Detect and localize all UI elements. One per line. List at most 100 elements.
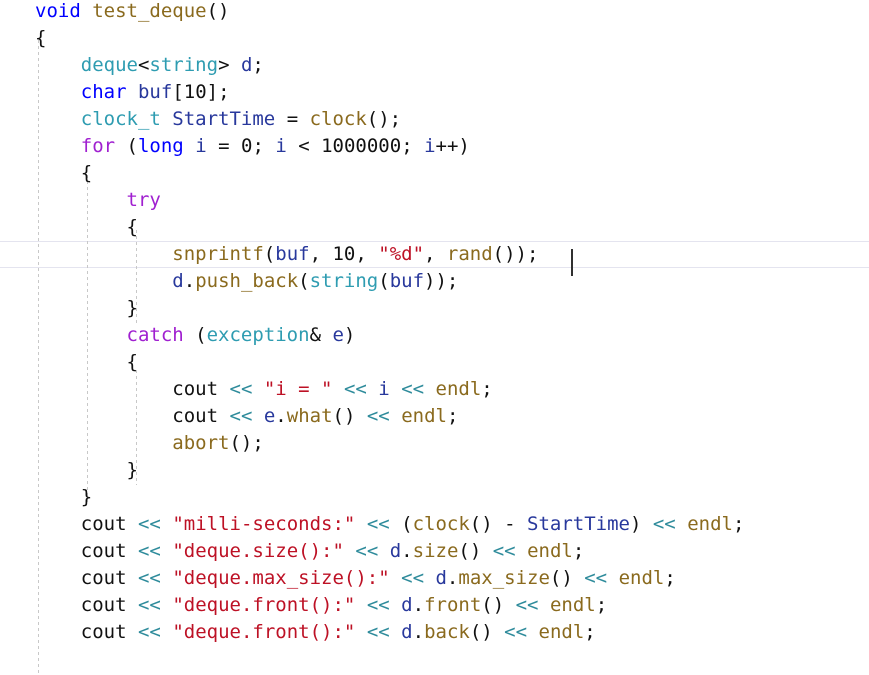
code-line-24[interactable]: cout << "deque.front():" << d.back() << … bbox=[35, 619, 869, 646]
code-line-11[interactable]: d.push_back(string(buf)); bbox=[35, 268, 869, 295]
code-token: [ bbox=[172, 81, 184, 103]
code-token: endl bbox=[435, 378, 482, 400]
code-token: d bbox=[401, 621, 413, 643]
code-token: . bbox=[412, 621, 425, 643]
code-token: ; bbox=[401, 135, 425, 157]
code-text-layer[interactable]: void test_deque(){ deque<string> d; char… bbox=[0, 0, 869, 675]
code-line-5[interactable]: clock_t StartTime = clock(); bbox=[35, 106, 869, 133]
code-line-8[interactable]: try bbox=[35, 187, 869, 214]
code-line-16[interactable]: cout << e.what() << endl; bbox=[35, 403, 869, 430]
code-token: << bbox=[229, 378, 253, 400]
code-token: () bbox=[458, 540, 493, 562]
code-token: () bbox=[332, 405, 367, 427]
code-line-18[interactable]: } bbox=[35, 457, 869, 484]
code-token: << bbox=[137, 513, 161, 535]
code-token: "deque.front():" bbox=[172, 594, 356, 616]
code-token: cout bbox=[172, 405, 219, 427]
code-token: << bbox=[137, 594, 161, 616]
code-token: ; bbox=[446, 405, 459, 427]
code-token: , bbox=[355, 243, 379, 265]
code-line-20[interactable]: cout << "milli-seconds:" << (clock() - S… bbox=[35, 511, 869, 538]
code-line-23[interactable]: cout << "deque.front():" << d.front() <<… bbox=[35, 592, 869, 619]
code-token: << bbox=[492, 540, 516, 562]
code-token: clock_t bbox=[80, 108, 161, 130]
code-token: d bbox=[172, 270, 184, 292]
code-token: . bbox=[401, 540, 413, 562]
code-token: rand bbox=[446, 243, 493, 265]
code-line-13[interactable]: catch (exception& e) bbox=[35, 322, 869, 349]
code-token: ()); bbox=[492, 243, 539, 265]
code-token: abort bbox=[172, 432, 230, 454]
code-token: 0 bbox=[240, 135, 253, 157]
code-line-4[interactable]: char buf[10]; bbox=[35, 79, 869, 106]
code-token: "deque.front():" bbox=[172, 621, 356, 643]
code-line-19[interactable]: } bbox=[35, 484, 869, 511]
code-line-17[interactable]: abort(); bbox=[35, 430, 869, 457]
code-token: ; bbox=[252, 135, 276, 157]
code-token: () bbox=[206, 0, 230, 22]
code-line-10[interactable]: snprintf(buf, 10, "%d", rand()); bbox=[35, 241, 869, 268]
code-token: d bbox=[435, 567, 447, 589]
code-line-7[interactable]: { bbox=[35, 160, 869, 187]
code-token: << bbox=[504, 621, 528, 643]
code-line-1[interactable]: void test_deque() bbox=[35, 0, 869, 25]
code-token: () - bbox=[469, 513, 527, 535]
code-token: < bbox=[137, 54, 150, 76]
code-token: ; bbox=[481, 378, 493, 400]
code-token: << bbox=[343, 378, 367, 400]
code-line-3[interactable]: deque<string> d; bbox=[35, 52, 869, 79]
code-token: max_size bbox=[458, 567, 550, 589]
code-line-15[interactable]: cout << "i = " << i << endl; bbox=[35, 376, 869, 403]
code-token: ; bbox=[572, 540, 585, 562]
code-token: . bbox=[412, 594, 425, 616]
code-token: i bbox=[378, 378, 390, 400]
code-line-12[interactable]: } bbox=[35, 295, 869, 322]
code-token: clock bbox=[309, 108, 367, 130]
code-token: } bbox=[126, 297, 138, 319]
code-token: } bbox=[126, 459, 138, 481]
code-token: < bbox=[286, 135, 322, 157]
code-token: cout bbox=[80, 567, 127, 589]
code-token: = bbox=[206, 135, 241, 157]
code-token: . bbox=[183, 270, 196, 292]
code-token: endl bbox=[401, 405, 447, 427]
code-line-2[interactable]: { bbox=[35, 25, 869, 52]
code-token: ; bbox=[664, 567, 676, 589]
code-line-6[interactable]: for (long i = 0; i < 1000000; i++) bbox=[35, 133, 869, 160]
code-token: ]; bbox=[206, 81, 230, 103]
code-editor[interactable]: void test_deque(){ deque<string> d; char… bbox=[0, 0, 869, 675]
code-line-22[interactable]: cout << "deque.max_size():" << d.max_siz… bbox=[35, 565, 869, 592]
code-line-9[interactable]: { bbox=[35, 214, 869, 241]
code-token: )); bbox=[424, 270, 459, 292]
code-token: << bbox=[355, 540, 379, 562]
code-line-21[interactable]: cout << "deque.size():" << d.size() << e… bbox=[35, 538, 869, 565]
code-line-14[interactable]: { bbox=[35, 349, 869, 376]
